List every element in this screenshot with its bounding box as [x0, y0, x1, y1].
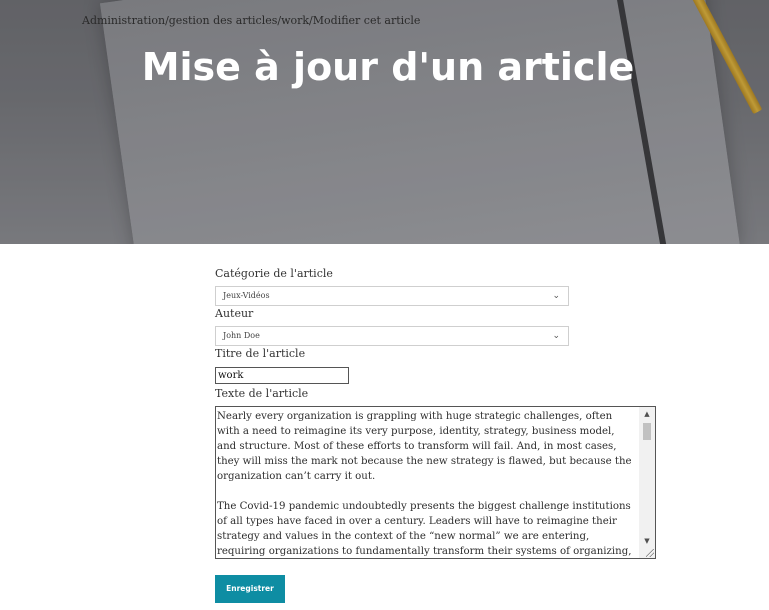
hero-overlay: [0, 0, 769, 244]
author-label: Auteur: [215, 307, 254, 320]
article-text-content: Nearly every organization is grappling w…: [217, 411, 632, 557]
textarea-scrollbar[interactable]: ▲ ▼: [639, 407, 655, 558]
arrow-down-icon[interactable]: ▼: [639, 534, 655, 548]
breadcrumb[interactable]: Administration/gestion des articles/work…: [82, 14, 420, 27]
category-select[interactable]: Jeux-Vidéos ⌄: [215, 286, 569, 306]
arrow-up-icon[interactable]: ▲: [639, 407, 655, 421]
category-label: Catégorie de l'article: [215, 267, 333, 280]
chevron-down-icon: ⌄: [552, 291, 560, 301]
category-selected-value: Jeux-Vidéos: [223, 291, 270, 300]
author-selected-value: John Doe: [223, 331, 260, 340]
scrollbar-thumb[interactable]: [643, 423, 651, 440]
chevron-down-icon: ⌄: [552, 331, 560, 341]
page-title-text: Mise à jour d'un article: [141, 45, 635, 89]
resize-grip-icon[interactable]: [646, 549, 654, 557]
author-select[interactable]: John Doe ⌄: [215, 326, 569, 346]
save-button[interactable]: Enregistrer: [215, 575, 285, 603]
edit-article-form: Catégorie de l'article Jeux-Vidéos ⌄ Aut…: [215, 266, 657, 603]
title-label: Titre de l'article: [215, 347, 306, 360]
text-label: Texte de l'article: [215, 387, 309, 400]
page-title: Mise à jour d'un article: [0, 44, 769, 90]
hero-banner: Administration/gestion des articles/work…: [0, 0, 769, 244]
title-input[interactable]: work: [215, 367, 349, 384]
article-text-textarea[interactable]: Nearly every organization is grappling w…: [215, 406, 656, 559]
